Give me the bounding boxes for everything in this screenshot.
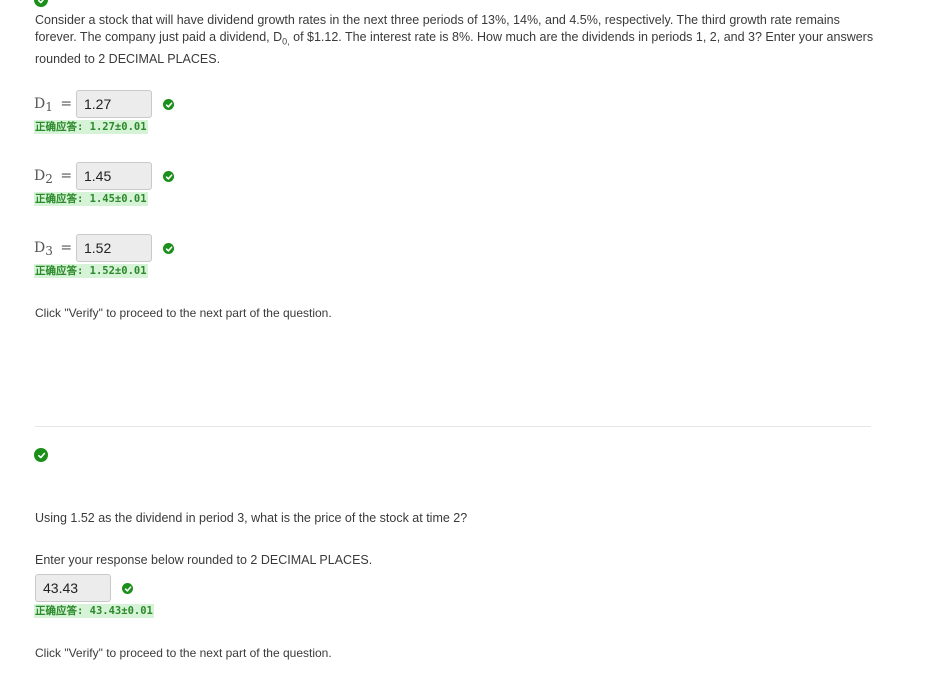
d2-equals: = [60,168,73,184]
part1-status-check-icon [34,0,48,7]
price-correct-check-icon [122,583,133,594]
d1-label: D1 = [34,96,73,114]
d2-correct-answer: 正确应答: 1.45±0.01 [34,192,148,206]
d2-var: D [34,168,46,184]
question2-text: Using 1.52 as the dividend in period 3, … [35,511,468,525]
question2-verify-text: Click "Verify" to proceed to the next pa… [35,646,332,660]
question1-verify-text: Click "Verify" to proceed to the next pa… [35,306,332,320]
d2-correct-check-icon [163,171,174,182]
question1-text: Consider a stock that will have dividend… [35,12,875,68]
question1-text-subscript: 0, [282,36,290,47]
d1-sub: 1 [45,100,53,114]
d3-label: D3 = [34,240,73,258]
price-answer-input[interactable]: 43.43 [35,574,111,602]
d1-var: D [34,96,46,112]
d3-answer-input[interactable]: 1.52 [76,234,152,262]
question2-instruction: Enter your response below rounded to 2 D… [35,553,373,567]
d3-correct-check-icon [163,243,174,254]
price-correct-answer: 正确应答: 43.43±0.01 [34,604,154,618]
d3-var: D [34,240,46,256]
d2-label: D2 = [34,168,73,186]
d1-correct-check-icon [163,99,174,110]
d2-answer-input[interactable]: 1.45 [76,162,152,190]
d3-sub: 3 [45,244,53,258]
d1-answer-input[interactable]: 1.27 [76,90,152,118]
d2-sub: 2 [45,172,53,186]
d3-equals: = [60,240,73,256]
part-divider [35,426,871,427]
d1-correct-answer: 正确应答: 1.27±0.01 [34,120,148,134]
part2-status-check-icon [34,448,48,462]
d3-correct-answer: 正确应答: 1.52±0.01 [34,264,148,278]
d1-equals: = [60,96,73,112]
